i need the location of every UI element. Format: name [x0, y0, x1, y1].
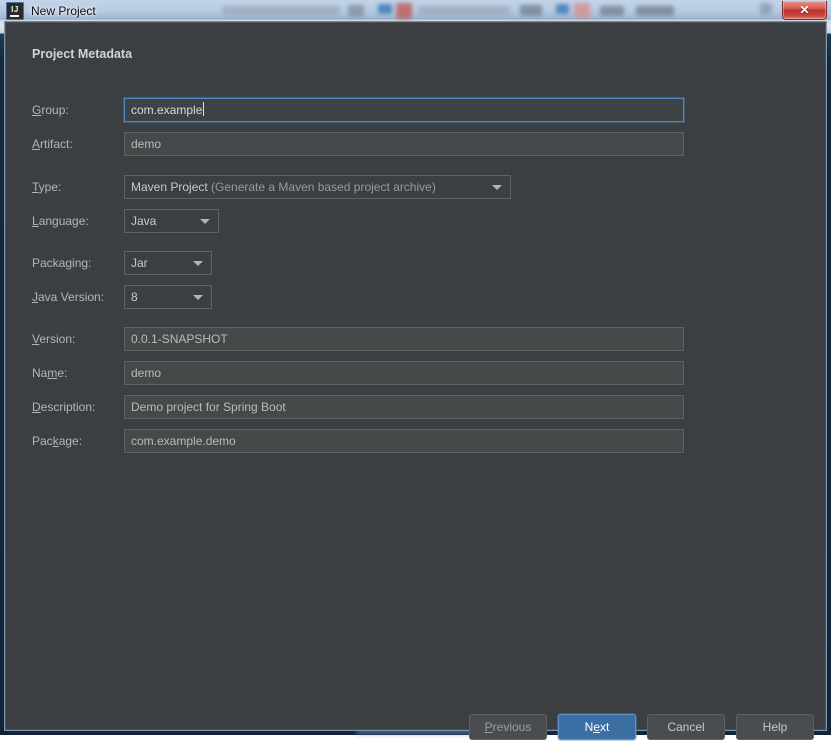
- window-titlebar[interactable]: IJ New Project ✕: [0, 0, 831, 22]
- chevron-down-icon[interactable]: [193, 295, 203, 300]
- artifact-input[interactable]: demo: [124, 132, 684, 156]
- next-button[interactable]: Next: [558, 714, 636, 740]
- type-value-description: (Generate a Maven based project archive): [208, 180, 436, 194]
- previous-button[interactable]: Previous: [469, 714, 547, 740]
- new-project-dialog: Project Metadata Group: com.example Artifa…: [4, 21, 827, 731]
- label-description: Description:: [32, 394, 95, 420]
- label-artifact: Artifact:: [32, 131, 73, 157]
- label-packaging: Packaging:: [32, 250, 91, 276]
- help-button[interactable]: Help: [736, 714, 814, 740]
- label-type: Type:: [32, 174, 61, 200]
- language-selected-value: Java: [131, 214, 156, 228]
- label-java-version: Java Version:: [32, 284, 104, 310]
- type-dropdown[interactable]: Maven Project (Generate a Maven based pr…: [124, 175, 511, 199]
- cancel-button[interactable]: Cancel: [647, 714, 725, 740]
- text-caret: [203, 102, 204, 116]
- label-project-name: Name:: [32, 360, 67, 386]
- window-title: New Project: [31, 4, 96, 18]
- page-title: Project Metadata: [32, 47, 132, 61]
- label-package: Package:: [32, 428, 82, 454]
- description-value: Demo project for Spring Boot: [131, 400, 286, 414]
- project-name-value: demo: [131, 366, 161, 380]
- app-icon-label: IJ: [11, 6, 19, 14]
- packaging-dropdown[interactable]: Jar: [124, 251, 212, 275]
- intellij-idea-icon: IJ: [6, 2, 24, 20]
- language-dropdown[interactable]: Java: [124, 209, 219, 233]
- chevron-down-icon[interactable]: [200, 219, 210, 224]
- close-button[interactable]: ✕: [782, 1, 827, 20]
- app-icon-underline: [10, 15, 19, 17]
- label-language: Language:: [32, 208, 89, 234]
- project-name-input[interactable]: demo: [124, 361, 684, 385]
- artifact-value: demo: [131, 137, 161, 151]
- description-input[interactable]: Demo project for Spring Boot: [124, 395, 684, 419]
- chevron-down-icon[interactable]: [492, 185, 502, 190]
- version-input[interactable]: 0.0.1-SNAPSHOT: [124, 327, 684, 351]
- packaging-selected-value: Jar: [131, 256, 148, 270]
- new-project-window: IJ New Project ✕ Project Metadata Group:…: [0, 0, 831, 735]
- chevron-down-icon[interactable]: [193, 261, 203, 266]
- label-group: Group:: [32, 97, 69, 123]
- label-version: Version:: [32, 326, 75, 352]
- close-icon: ✕: [799, 4, 809, 16]
- java-version-dropdown[interactable]: 8: [124, 285, 212, 309]
- dialog-button-bar: Previous Next Cancel Help: [5, 714, 828, 742]
- version-value: 0.0.1-SNAPSHOT: [131, 332, 228, 346]
- group-value: com.example: [131, 103, 202, 117]
- type-selected-value: Maven Project: [131, 180, 208, 194]
- group-input[interactable]: com.example: [124, 98, 684, 122]
- package-value: com.example.demo: [131, 434, 236, 448]
- package-input[interactable]: com.example.demo: [124, 429, 684, 453]
- java-version-selected-value: 8: [131, 290, 138, 304]
